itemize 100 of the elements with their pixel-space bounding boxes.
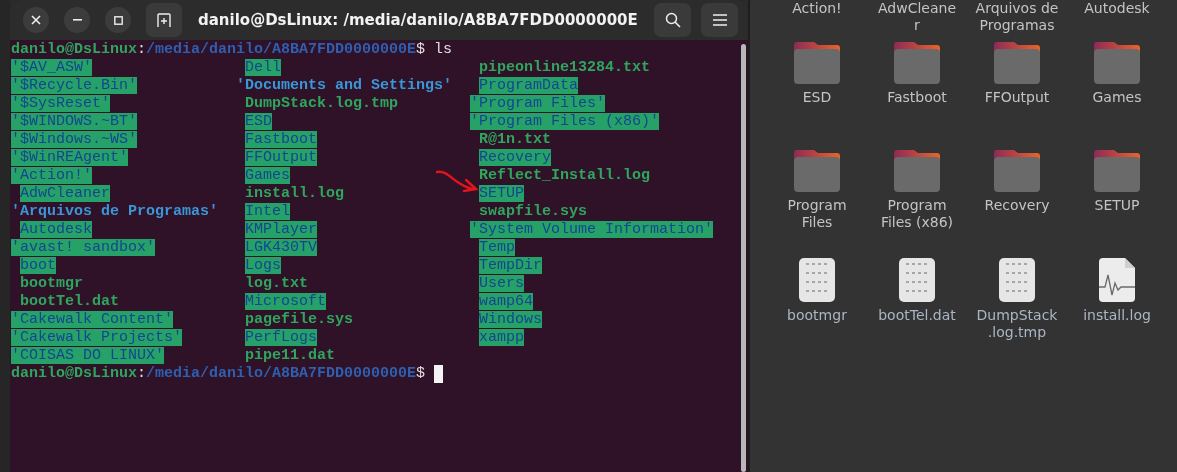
listing-entry: pipeonline13284.txt (479, 59, 651, 76)
menu-button[interactable] (701, 3, 738, 37)
listing-entry: Microsoft (245, 293, 327, 310)
command-text: ls (434, 41, 453, 59)
folder-icon (1094, 150, 1140, 192)
folder-icon (1094, 42, 1140, 84)
listing-entry: wamp64 (479, 293, 534, 310)
folder-icon (794, 42, 840, 84)
file-label: SETUP (1094, 197, 1140, 214)
listing-entry: PerfLogs (245, 329, 318, 346)
listing-entry: Fastboot (245, 131, 318, 148)
listing-entry: 'Cakewalk Projects' (11, 329, 183, 346)
file-label: install.log (1083, 307, 1151, 324)
folder-icon (894, 150, 940, 192)
listing-entry: Temp (479, 239, 516, 256)
folder-icon (794, 150, 840, 192)
listing-entry: Logs (245, 257, 282, 274)
file-label: Action! (792, 0, 842, 17)
listing-entry: 'Arquivos de Programas' (11, 203, 219, 220)
listing-entry: log.txt (245, 275, 309, 292)
listing-entry: xampp (479, 329, 525, 346)
listing-entry: DumpStack.log.tmp (245, 95, 399, 112)
close-button[interactable] (23, 7, 49, 33)
listing-entry: Dell (245, 59, 282, 76)
file-label: bootmgr (787, 307, 847, 324)
menu-icon (712, 14, 727, 26)
folder-icon (994, 150, 1040, 192)
listing-entry: 'Cakewalk Content' (11, 311, 174, 328)
prompt-path: /media/danilo/A8BA7FDD0000000E (146, 365, 417, 383)
listing-entry: Intel (245, 203, 291, 220)
listing-entry: '$AV_ASW' (11, 59, 92, 76)
close-icon (31, 15, 41, 25)
minimize-button[interactable] (64, 7, 90, 33)
prompt-user-host: danilo@DsLinux (11, 365, 138, 383)
listing-entry: 'Program Files (x86)' (470, 113, 660, 130)
annotation-arrow (435, 169, 479, 193)
listing-entry: '$Windows.~WS' (11, 131, 138, 148)
file-label: Games (1092, 89, 1142, 106)
listing-entry: ESD (245, 113, 273, 130)
listing-entry: Reflect_Install.log (479, 167, 651, 184)
minimize-icon (72, 19, 82, 21)
listing-entry: 'Action!' (11, 167, 92, 184)
maximize-icon (113, 15, 123, 25)
maximize-button[interactable] (105, 7, 131, 33)
file-label: Recovery (984, 197, 1050, 214)
binary-file-icon (999, 258, 1035, 302)
scrollbar[interactable] (741, 44, 746, 472)
file-label: FFOutput (984, 89, 1050, 106)
listing-entry: AdwCleaner (20, 185, 110, 202)
listing-entry: pipe11.dat (245, 347, 336, 364)
listing-entry: FFOutput (245, 149, 318, 166)
prompt-path: /media/danilo/A8BA7FDD0000000E (146, 41, 417, 59)
file-label: Program Files (x86) (880, 197, 954, 231)
file-label: Autodesk (1084, 0, 1150, 17)
listing-entry: swapfile.sys (479, 203, 588, 220)
file-label: Program Files (787, 197, 847, 231)
prompt-symbol: $ (416, 365, 426, 383)
log-file-icon (1099, 258, 1135, 302)
listing-entry: SETUP (479, 185, 525, 202)
listing-entry: boot (20, 257, 56, 274)
listing-entry: pagefile.sys (245, 311, 354, 328)
listing-entry: bootmgr (20, 275, 83, 292)
listing-entry: Autodesk (20, 221, 92, 238)
prompt-separator: : (137, 41, 147, 59)
listing-entry: ProgramData (479, 77, 579, 94)
file-label: bootTel.dat (878, 307, 956, 324)
search-icon (664, 12, 681, 28)
listing-entry: bootTel.dat (20, 293, 120, 310)
folder-icon (894, 42, 940, 84)
window-title: danilo@DsLinux: /media/danilo/A8BA7FDD0000000E (198, 11, 639, 29)
listing-entry: Users (479, 275, 525, 292)
listing-entry: '$WINDOWS.~BT' (11, 113, 138, 130)
new-tab-icon (156, 12, 172, 28)
new-tab-button[interactable] (146, 3, 182, 37)
listing-entry: R@1n.txt (479, 131, 552, 148)
file-label: ESD (802, 89, 832, 106)
prompt-user-host: danilo@DsLinux (11, 41, 138, 59)
listing-entry: Recovery (479, 149, 552, 166)
listing-entry: Windows (479, 311, 543, 328)
file-label: Arquivos de Programas (975, 0, 1059, 34)
folder-icon (994, 42, 1040, 84)
binary-file-icon (899, 258, 935, 302)
listing-entry: '$SysReset' (11, 95, 111, 112)
binary-file-icon (799, 258, 835, 302)
prompt-symbol: $ (416, 41, 426, 59)
listing-entry: 'System Volume Information' (470, 221, 714, 238)
listing-entry: Games (245, 167, 291, 184)
listing-entry: 'Documents and Settings' (236, 77, 453, 94)
search-button[interactable] (654, 3, 691, 37)
listing-entry: TempDir (479, 257, 543, 274)
file-label: Fastboot (887, 89, 947, 106)
file-label: DumpStack .log.tmp (976, 307, 1058, 341)
file-label: AdwCleane r (878, 0, 956, 34)
listing-entry: 'COISAS DO LINUX' (11, 347, 165, 364)
listing-entry: '$WinREAgent' (11, 149, 129, 166)
listing-entry: KMPlayer (245, 221, 318, 238)
prompt-separator: : (137, 365, 147, 383)
listing-entry: install.log (245, 185, 345, 202)
listing-entry: 'avast! sandbox' (11, 239, 156, 256)
listing-entry: LGK430TV (245, 239, 318, 256)
